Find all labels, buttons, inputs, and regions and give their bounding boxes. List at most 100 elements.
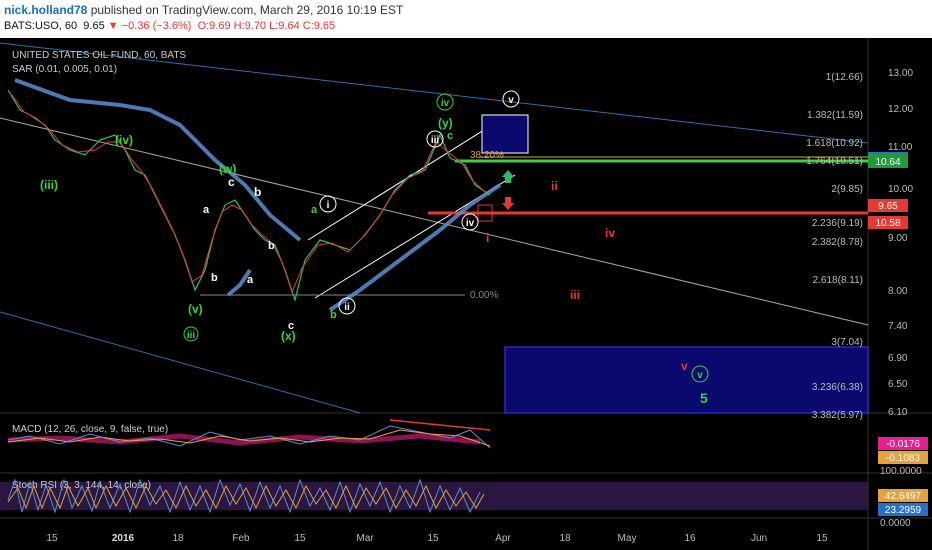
time-tick: 15 — [816, 533, 828, 544]
macd-badge-text: -0.1083 — [886, 453, 920, 464]
fib-label: 2.382(8.78) — [812, 237, 863, 248]
wave-label: (w) — [219, 162, 236, 176]
main-legend-title: UNITED STATES OIL FUND, 60, BATS — [12, 50, 186, 61]
wave-label: ii — [344, 302, 350, 313]
time-axis: 15 2016 18 Feb 15 Mar 15 Apr 18 May 16 J… — [46, 533, 828, 544]
wave-label: 5 — [700, 390, 708, 406]
wave-label: iv — [441, 98, 450, 109]
macd-legend: MACD (12, 26, close, 9, false, true) — [12, 424, 168, 435]
stoch-badge-text: 23.2959 — [885, 505, 922, 516]
fib-label: 1(12.66) — [826, 72, 863, 83]
wave-label: v — [508, 95, 514, 106]
chart-canvas[interactable]: UNITED STATES OIL FUND, 60, BATS SAR (0.… — [0, 38, 932, 550]
wave-label: iii — [431, 135, 440, 146]
fib-label: 2.236(9.19) — [812, 218, 863, 229]
symbol-line: BATS:USO, 60 9.65 ▼ −0.36 (−3.6%) O:9.69… — [4, 20, 335, 32]
down-arrow-icon: ▼ — [107, 20, 119, 32]
stoch-tick: 0.0000 — [880, 518, 911, 529]
up-arrow-icon — [502, 170, 514, 177]
price-tick: 11.00 — [888, 142, 913, 153]
target-zone[interactable] — [504, 346, 869, 414]
time-tick: Jun — [751, 533, 767, 544]
time-tick: 15 — [427, 533, 439, 544]
sar-legend: SAR (0.01, 0.005, 0.01) — [12, 64, 117, 75]
time-tick: 18 — [559, 533, 571, 544]
wave-label: iv — [466, 218, 475, 229]
wave-label: a — [203, 204, 210, 216]
published-text: published on TradingView.com, March 29, … — [90, 3, 404, 17]
wave-label: ii — [551, 179, 558, 193]
wave-label: a — [311, 204, 318, 216]
wave-label: iii — [570, 288, 580, 302]
wave-label: a — [247, 274, 254, 286]
wave-label: c — [447, 130, 453, 142]
wave-label: (iv) — [115, 133, 133, 147]
wave-label: b — [330, 309, 337, 321]
time-tick: 15 — [46, 533, 58, 544]
publish-line: nick.holland78 published on TradingView.… — [4, 3, 403, 17]
fib-label: 2(9.85) — [831, 184, 863, 195]
wave-label: (iii) — [40, 178, 58, 192]
chart-area[interactable]: UNITED STATES OIL FUND, 60, BATS SAR (0.… — [0, 38, 932, 550]
up-arrow-icon — [505, 177, 511, 183]
stoch-badge-text: 42.6497 — [885, 491, 922, 502]
ohlc-values: O:9.69 H:9.70 L:9.64 C:9.65 — [197, 20, 336, 32]
price-tick: 10.00 — [888, 184, 913, 195]
wave-label: c — [288, 320, 294, 332]
price-badge-text: 10.64 — [875, 157, 900, 168]
price-badge-text: 10.58 — [875, 218, 900, 229]
author-link[interactable]: nick.holland78 — [4, 3, 87, 17]
stoch-tick: 100.0000 — [880, 466, 922, 477]
fib-label: 1.764(10.51) — [806, 156, 863, 167]
wave-label: (y) — [438, 116, 453, 130]
wave-label: (v) — [188, 302, 203, 316]
price-tick: 7.40 — [888, 321, 908, 332]
down-arrow-icon — [502, 203, 514, 210]
price-tick: 9.00 — [888, 233, 908, 244]
time-tick: Apr — [495, 533, 511, 544]
time-tick: 16 — [684, 533, 696, 544]
fib-label: 2.618(8.11) — [813, 275, 863, 286]
wave-label: b — [211, 272, 218, 284]
fib-label: 3.236(6.38) — [812, 382, 863, 393]
price-tick: 6.50 — [888, 379, 908, 390]
price-tick: 13.00 — [888, 68, 913, 79]
price-tick: 6.10 — [888, 407, 908, 418]
time-tick: 2016 — [112, 533, 135, 544]
price-series — [7, 89, 491, 303]
price-change: −0.36 (−3.6%) — [121, 20, 192, 32]
wave-label: v — [681, 359, 688, 373]
time-tick: Feb — [232, 533, 250, 544]
wave-label: iv — [605, 226, 615, 240]
target-box[interactable] — [481, 114, 529, 154]
fib-label: 3.382(5.97) — [812, 410, 863, 421]
price-tick: 12.00 — [888, 104, 913, 115]
wave-label: c — [228, 175, 235, 189]
retrace-label: 0.00% — [470, 290, 498, 301]
wave-label: i — [327, 200, 330, 211]
time-tick: May — [618, 533, 637, 544]
time-tick: Mar — [356, 533, 374, 544]
symbol-name: BATS:USO, 60 — [4, 20, 78, 32]
last-price: 9.65 — [83, 20, 105, 32]
sar-curve — [14, 78, 302, 242]
macd-badge-text: -0.0176 — [886, 439, 920, 450]
wave-label: i — [486, 231, 489, 245]
time-tick: 18 — [172, 533, 184, 544]
trendline[interactable] — [0, 311, 361, 414]
fib-label: 1.618(10.92) — [806, 138, 863, 149]
wave-label: b — [254, 185, 261, 199]
price-series-down — [11, 94, 486, 294]
retrace-label: 38.20% — [470, 150, 504, 161]
price-tick: 8.00 — [888, 286, 908, 297]
price-badge-text: 9.65 — [878, 201, 898, 212]
time-tick: 15 — [294, 533, 306, 544]
fib-label: 1.382(11.59) — [807, 110, 863, 121]
price-tick: 6.90 — [888, 353, 908, 364]
fib-label: 3(7.04) — [831, 337, 863, 348]
down-arrow-icon — [505, 197, 511, 203]
wave-label: v — [697, 370, 703, 381]
wave-label: iii — [187, 330, 196, 341]
wave-label: b — [268, 240, 275, 252]
price-axis: 13.00 12.00 11.00 10.00 9.00 8.00 7.40 6… — [888, 68, 913, 418]
